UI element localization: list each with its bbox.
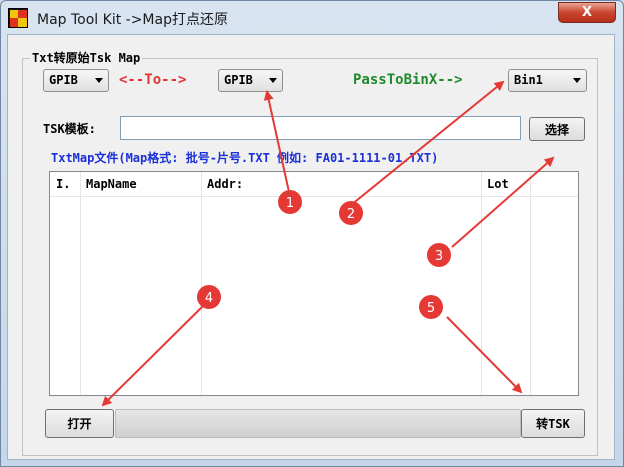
annotation-number-5: 5 [427, 301, 435, 316]
annotation-arrow-2 [350, 80, 505, 206]
annotation-overlay: 1 2 3 4 5 [101, 80, 555, 407]
annotation-arrow-3 [451, 156, 555, 248]
annotation-number-2: 2 [347, 207, 355, 222]
annotation-number-1: 1 [286, 196, 294, 211]
annotation-arrow-4 [101, 305, 204, 407]
annotation-arrow-5 [446, 316, 523, 394]
annotation-number-4: 4 [205, 291, 213, 306]
annotation-number-3: 3 [435, 249, 443, 264]
annotation-arrow-1 [263, 90, 290, 193]
